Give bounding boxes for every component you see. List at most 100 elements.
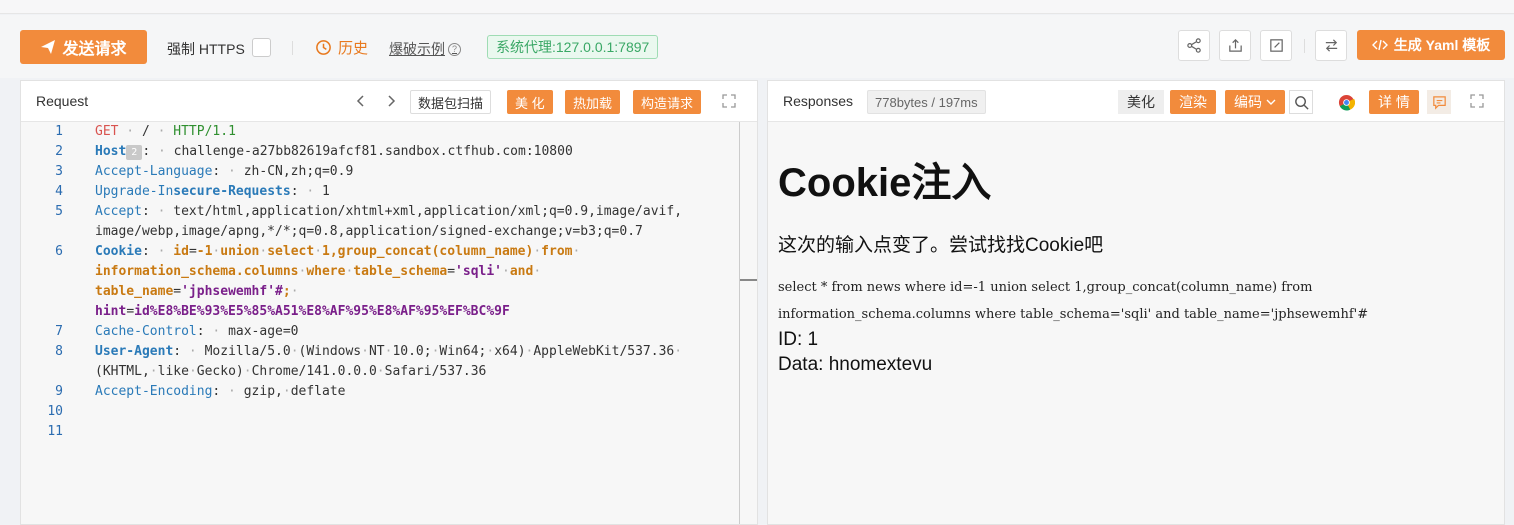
build-request-button[interactable]: 构造请求 xyxy=(633,90,702,114)
code-token: · xyxy=(118,124,142,139)
request-editor[interactable]: 1 GET · / · HTTP/1.1 2 Host 2: · challenge-a… xyxy=(21,122,757,524)
code-token: · xyxy=(220,384,244,399)
search-icon xyxy=(1294,95,1309,110)
code-token: (KHTML, xyxy=(95,364,150,379)
code-token: : xyxy=(173,344,182,359)
share-button[interactable] xyxy=(1178,30,1210,61)
edit-button[interactable] xyxy=(1260,30,1292,61)
code-token: : xyxy=(290,184,299,199)
comment-icon xyxy=(1432,95,1446,110)
code-token: Cache-Control xyxy=(95,324,197,339)
code-token: id%E8%BE%93%E5%85%A51%E8%AF%95%E8%AF%95%… xyxy=(134,304,510,319)
line-number: 5 xyxy=(55,204,63,219)
code-token: · xyxy=(150,144,174,159)
line-content: information_schema.columns · where · table_s… xyxy=(95,262,541,282)
code-token: gzip, xyxy=(243,384,283,399)
response-title: Responses xyxy=(783,93,854,109)
code-token: Accept-Language xyxy=(95,164,213,179)
code-token: information_schema.columns xyxy=(95,264,299,279)
request-panel: Request 数据包扫描 美 化 热加载 构造请求 1 GET · / · HT… xyxy=(20,80,758,525)
code-token: and xyxy=(509,264,534,279)
scroll-position-marker xyxy=(740,279,757,281)
brute-example-link[interactable]: 爆破示例 ? xyxy=(389,39,461,59)
line-number: 8 xyxy=(55,344,63,359)
line-number: 1 xyxy=(55,124,63,139)
send-request-button[interactable]: 发送请求 xyxy=(20,30,147,64)
detail-button[interactable]: 详 情 xyxy=(1369,90,1419,114)
tab-render[interactable]: 渲染 xyxy=(1170,90,1216,114)
code-token: · xyxy=(282,384,291,399)
code-token: · xyxy=(533,264,542,279)
code-token: · xyxy=(243,364,252,379)
code-token: like xyxy=(157,364,189,379)
line-number: 4 xyxy=(55,184,63,199)
code-token: AppleWebKit/537.36 xyxy=(533,344,675,359)
line-content: Cookie: · id=-1·union·select·1,group_con… xyxy=(95,242,580,262)
generate-yaml-button[interactable]: 生成 Yaml 模板 xyxy=(1357,30,1505,60)
code-token: = xyxy=(447,264,456,279)
code-token: NT xyxy=(368,344,385,359)
code-token: · xyxy=(149,124,174,139)
code-token: · xyxy=(188,364,197,379)
tab-encoding[interactable]: 编码 xyxy=(1225,90,1285,114)
chrome-icon xyxy=(1338,94,1355,111)
code-token: secure-Requests xyxy=(173,184,291,199)
code-token: max-age=0 xyxy=(228,324,299,339)
code-token: 1,group_concat(column_name) xyxy=(322,244,534,259)
code-token: : xyxy=(141,204,150,219)
clock-icon xyxy=(316,40,331,55)
code-token: = xyxy=(188,244,197,259)
open-in-chrome-button[interactable] xyxy=(1334,90,1358,114)
chevron-down-icon xyxy=(1266,99,1276,105)
request-title: Request xyxy=(36,93,89,109)
code-token: 10.0; xyxy=(392,344,432,359)
line-content: Cache-Control: · max-age=0 xyxy=(95,322,299,342)
line-content: Accept-Language: · zh-CN,zh;q=0.9 xyxy=(95,162,353,182)
comment-button[interactable] xyxy=(1427,90,1451,114)
history-button[interactable]: 历史 xyxy=(315,37,368,58)
sql-query-line: select * from news where id=-1 union sel… xyxy=(778,280,1313,295)
tab-beautify[interactable]: 美化 xyxy=(1118,90,1164,114)
page-hint-text: 这次的输入点变了。尝试找找Cookie吧 xyxy=(778,235,1104,256)
divider xyxy=(1304,39,1305,53)
system-proxy-badge[interactable]: 系统代理:127.0.0.1:7897 xyxy=(487,35,659,59)
search-button[interactable] xyxy=(1289,90,1313,114)
chevron-left-icon[interactable] xyxy=(352,92,370,110)
force-https-checkbox[interactable] xyxy=(252,38,271,57)
code-token: deflate xyxy=(290,384,346,399)
code-token: (Windows xyxy=(298,344,362,359)
page-heading: Cookie注入 xyxy=(778,161,992,205)
window-top-strip xyxy=(0,0,1514,14)
code-token: GET xyxy=(95,124,119,139)
code-token: Win64; xyxy=(439,344,487,359)
swap-button[interactable] xyxy=(1315,30,1347,61)
code-token: · xyxy=(149,364,158,379)
code-token: zh-CN,zh;q=0.9 xyxy=(243,164,354,179)
chevron-right-icon[interactable] xyxy=(382,92,400,110)
line-number: 11 xyxy=(47,424,63,439)
hot-reload-button[interactable]: 热加载 xyxy=(565,90,621,114)
code-token: Chrome/141.0.0.0 xyxy=(251,364,377,379)
line-content: GET · / · HTTP/1.1 xyxy=(95,122,236,142)
line-number: 9 xyxy=(55,384,63,399)
force-https-label: 强制 HTTPS xyxy=(167,41,245,57)
sql-query-line: information_schema.columns where table_s… xyxy=(778,307,1369,322)
send-request-label: 发送请求 xyxy=(62,41,127,58)
fullscreen-icon[interactable] xyxy=(1470,94,1484,108)
code-token: Accept-Encoding xyxy=(95,384,213,399)
editor-scrollbar[interactable] xyxy=(739,122,740,524)
rendered-response: Cookie注入 这次的输入点变了。尝试找找Cookie吧 select * f… xyxy=(768,122,1504,524)
code-token: image/webp,image/apng,*/*;q=0.8,applicat… xyxy=(95,224,643,239)
packet-scan-button[interactable]: 数据包扫描 xyxy=(410,90,492,114)
code-token: ; xyxy=(282,284,291,299)
edit-icon xyxy=(1269,39,1283,52)
code-token: · xyxy=(533,244,542,259)
main-toolbar: 发送请求 强制 HTTPS 历史 爆破示例 ? 系统代理:127.0.0.1:7… xyxy=(0,15,1514,78)
code-token: table_schema xyxy=(353,264,448,279)
code-token: where xyxy=(306,264,346,279)
beautify-button[interactable]: 美 化 xyxy=(507,90,553,114)
export-button[interactable] xyxy=(1219,30,1251,61)
fullscreen-icon[interactable] xyxy=(722,94,736,108)
code-token: · xyxy=(290,344,299,359)
send-icon xyxy=(41,40,56,54)
